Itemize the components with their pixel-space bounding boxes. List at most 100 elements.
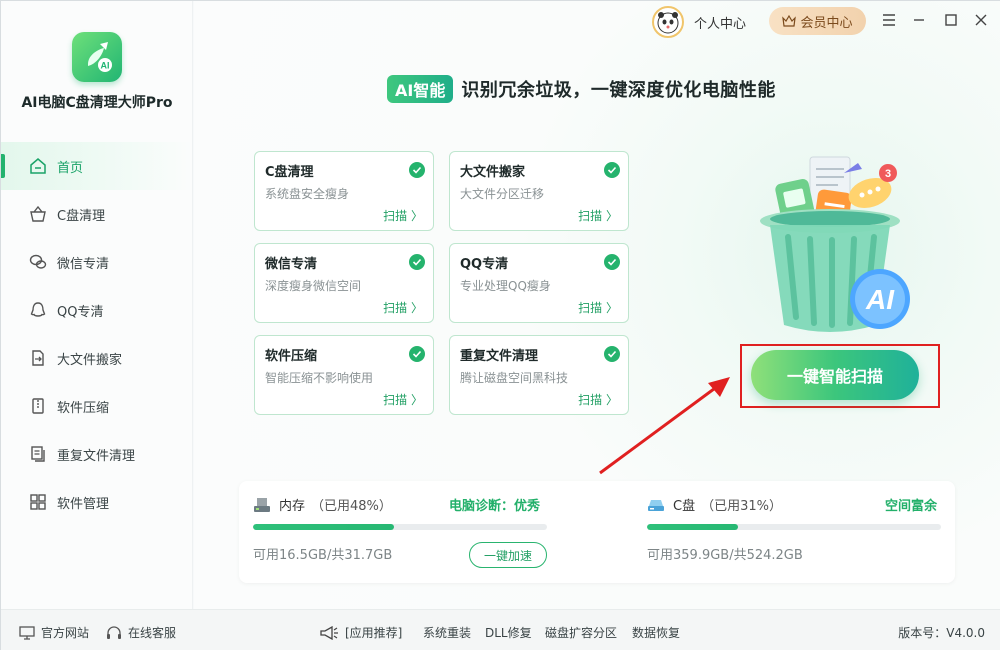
title-bar: 个人中心 会员中心 bbox=[194, 1, 1000, 41]
qq-icon bbox=[30, 302, 46, 317]
memory-icon bbox=[254, 497, 270, 512]
disk-title: C盘 （已用31%） bbox=[647, 495, 782, 514]
minimize-button[interactable] bbox=[910, 11, 928, 29]
card-title: QQ专清 bbox=[460, 257, 509, 272]
card-desc: 腾让磁盘空间黑科技 bbox=[460, 371, 569, 385]
memory-label: 内存 bbox=[279, 499, 306, 514]
app-name: AI电脑C盘清理大师Pro bbox=[21, 95, 173, 111]
online-support-link[interactable]: 在线客服 bbox=[106, 624, 176, 641]
red-arrow-annotation bbox=[599, 377, 730, 475]
card-scan-link[interactable]: 扫描 〉 bbox=[578, 207, 618, 224]
sidebar-item-label: 软件压缩 bbox=[57, 400, 110, 416]
disk-status: 空间富余 bbox=[885, 499, 938, 514]
skin-button[interactable] bbox=[880, 11, 898, 29]
vip-center-label: 会员中心 bbox=[800, 15, 853, 31]
card-title: 微信专清 bbox=[265, 257, 318, 272]
main-panel: 个人中心 会员中心 AI智能 识别冗余垃圾，一键深度优化电脑性能 C盘清理 系统… bbox=[194, 1, 1000, 609]
online-support-label: 在线客服 bbox=[128, 626, 177, 640]
card-file-move[interactable]: 大文件搬家 大文件分区迁移 扫描 〉 bbox=[449, 151, 629, 231]
check-icon bbox=[409, 254, 425, 270]
sidebar-item-qq[interactable]: QQ专清 bbox=[1, 286, 193, 334]
sidebar-item-label: 微信专清 bbox=[57, 256, 110, 272]
headset-icon bbox=[107, 625, 121, 639]
sidebar-item-home[interactable]: 首页 bbox=[1, 142, 193, 190]
disk-icon bbox=[648, 499, 664, 511]
memory-title: 内存 （已用48%） bbox=[253, 495, 392, 514]
close-icon bbox=[975, 14, 987, 26]
footer-link-disk-partition[interactable]: 磁盘扩容分区 bbox=[545, 624, 617, 641]
crown-icon bbox=[782, 14, 797, 27]
disk-progress-bar bbox=[647, 524, 941, 530]
sidebar-item-label: QQ专清 bbox=[57, 304, 104, 320]
memory-progress-bar bbox=[253, 524, 547, 530]
footer-link-dll-repair[interactable]: DLL修复 bbox=[485, 624, 532, 641]
card-scan-link[interactable]: 扫描 〉 bbox=[383, 207, 423, 224]
maximize-button[interactable] bbox=[942, 11, 960, 29]
smart-scan-button[interactable]: 一键智能扫描 bbox=[751, 350, 919, 400]
wechat-icon bbox=[29, 254, 47, 269]
sidebar-item-file-move[interactable]: 大文件搬家 bbox=[1, 334, 193, 382]
card-title: C盘清理 bbox=[265, 165, 314, 180]
sidebar-item-label: C盘清理 bbox=[57, 208, 106, 224]
sidebar-item-c-clean[interactable]: C盘清理 bbox=[1, 190, 193, 238]
skin-icon bbox=[883, 14, 895, 26]
card-title: 重复文件清理 bbox=[460, 349, 539, 364]
personal-center-link[interactable]: 个人中心 bbox=[694, 13, 746, 32]
compress-icon bbox=[32, 398, 44, 414]
official-website-link[interactable]: 官方网站 bbox=[19, 624, 89, 641]
app-window: AI AI电脑C盘清理大师Pro 首页 C盘清理 微信专清 QQ专清 大文件搬家… bbox=[0, 0, 1000, 650]
app-recommend-label: [应用推荐] bbox=[345, 626, 403, 640]
headline: AI智能 识别冗余垃圾，一键深度优化电脑性能 bbox=[387, 75, 776, 103]
sidebar-item-label: 重复文件清理 bbox=[57, 448, 136, 464]
trash-can-illustration: 3 AI bbox=[760, 156, 910, 332]
memory-available: 可用16.5GB/共31.7GB bbox=[253, 548, 393, 563]
panda-avatar-icon bbox=[657, 12, 679, 34]
app-recommend: [应用推荐] bbox=[319, 624, 402, 641]
card-scan-link[interactable]: 扫描 〉 bbox=[578, 299, 618, 316]
card-qq[interactable]: QQ专清 专业处理QQ瘦身 扫描 〉 bbox=[449, 243, 629, 323]
footer-link-data-recovery[interactable]: 数据恢复 bbox=[632, 624, 680, 641]
speed-up-button[interactable]: 一键加速 bbox=[469, 542, 547, 568]
card-scan-link[interactable]: 扫描 〉 bbox=[383, 299, 423, 316]
official-website-label: 官方网站 bbox=[41, 626, 90, 640]
disk-usage: （已用31%） bbox=[701, 499, 782, 514]
disk-label: C盘 bbox=[673, 499, 696, 514]
sidebar-item-wechat[interactable]: 微信专清 bbox=[1, 238, 193, 286]
sidebar: AI AI电脑C盘清理大师Pro 首页 C盘清理 微信专清 QQ专清 大文件搬家… bbox=[1, 1, 193, 609]
card-c-clean[interactable]: C盘清理 系统盘安全瘦身 扫描 〉 bbox=[254, 151, 434, 231]
apps-icon bbox=[30, 494, 46, 510]
disk-progress-fill bbox=[647, 524, 739, 530]
close-button[interactable] bbox=[972, 11, 990, 29]
card-scan-link[interactable]: 扫描 〉 bbox=[383, 391, 423, 408]
vip-center-button[interactable]: 会员中心 bbox=[769, 7, 866, 35]
diagnosis-status: 电脑诊断：优秀 bbox=[449, 499, 541, 514]
check-icon bbox=[604, 254, 620, 270]
check-icon bbox=[409, 346, 425, 362]
basket-icon bbox=[30, 205, 46, 222]
system-stats-panel: 内存 （已用48%） 电脑诊断：优秀 可用16.5GB/共31.7GB 一键加速… bbox=[239, 481, 955, 583]
maximize-icon bbox=[945, 14, 957, 26]
broom-icon: AI bbox=[88, 42, 112, 72]
svg-text:3: 3 bbox=[885, 168, 891, 180]
card-desc: 智能压缩不影响使用 bbox=[265, 371, 374, 385]
avatar[interactable] bbox=[652, 6, 684, 38]
card-title: 大文件搬家 bbox=[460, 165, 526, 180]
card-wechat[interactable]: 微信专清 深度瘦身微信空间 扫描 〉 bbox=[254, 243, 434, 323]
version-label: 版本号：V4.0.0 bbox=[898, 626, 985, 640]
megaphone-icon bbox=[320, 625, 338, 640]
sidebar-item-label: 首页 bbox=[57, 160, 84, 176]
check-icon bbox=[409, 162, 425, 178]
memory-usage: （已用48%） bbox=[311, 499, 392, 514]
footer-bar: 官方网站 在线客服 [应用推荐] 系统重装 DLL修复 磁盘扩容分区 数据恢复 … bbox=[1, 609, 1000, 650]
footer-link-reinstall[interactable]: 系统重装 bbox=[423, 624, 471, 641]
card-compress[interactable]: 软件压缩 智能压缩不影响使用 扫描 〉 bbox=[254, 335, 434, 415]
sidebar-item-duplicate[interactable]: 重复文件清理 bbox=[1, 430, 193, 478]
sidebar-item-compress[interactable]: 软件压缩 bbox=[1, 382, 193, 430]
minimize-icon bbox=[914, 19, 924, 21]
card-desc: 大文件分区迁移 bbox=[460, 187, 545, 201]
ai-badge: AI智能 bbox=[387, 75, 454, 103]
card-title: 软件压缩 bbox=[265, 349, 318, 364]
sidebar-item-apps[interactable]: 软件管理 bbox=[1, 478, 193, 526]
home-icon bbox=[30, 158, 46, 174]
check-icon bbox=[604, 346, 620, 362]
